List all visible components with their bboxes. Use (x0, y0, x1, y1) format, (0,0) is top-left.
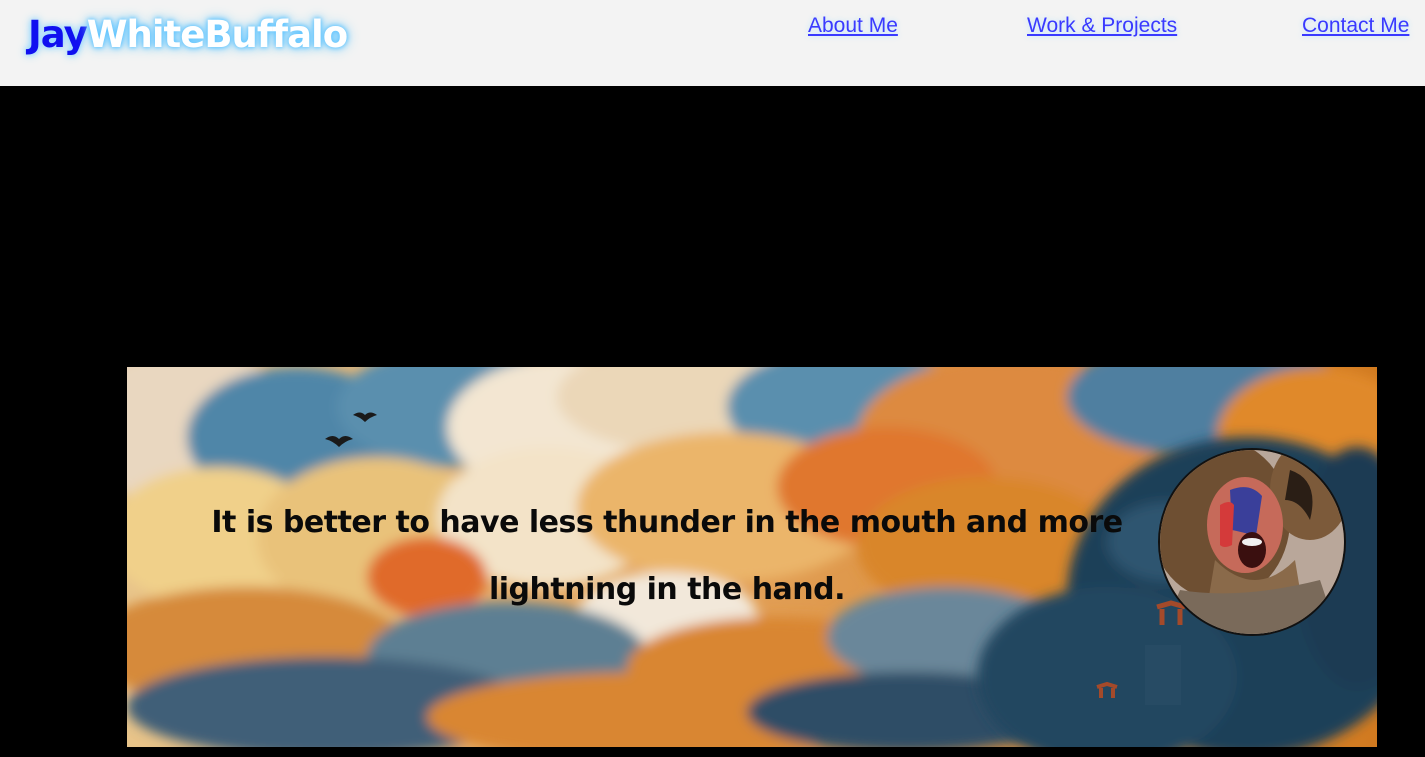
nav-link-work-projects[interactable]: Work & Projects (1027, 12, 1177, 40)
nav-link-about-me[interactable]: About Me (808, 12, 898, 40)
hero-quote: It is better to have less thunder in the… (211, 505, 1123, 607)
site-header: JayWhiteBuffalo About Me Work & Projects… (0, 0, 1425, 86)
profile-photo (1160, 450, 1344, 634)
logo-first-name: Jay (28, 13, 88, 56)
hero-banner: It is better to have less thunder in the… (127, 367, 1377, 747)
logo-last-name: WhiteBuffalo (86, 13, 348, 56)
site-logo[interactable]: JayWhiteBuffalo (28, 10, 348, 60)
profile-avatar (1158, 448, 1346, 636)
nav-link-contact-me[interactable]: Contact Me (1302, 12, 1409, 40)
